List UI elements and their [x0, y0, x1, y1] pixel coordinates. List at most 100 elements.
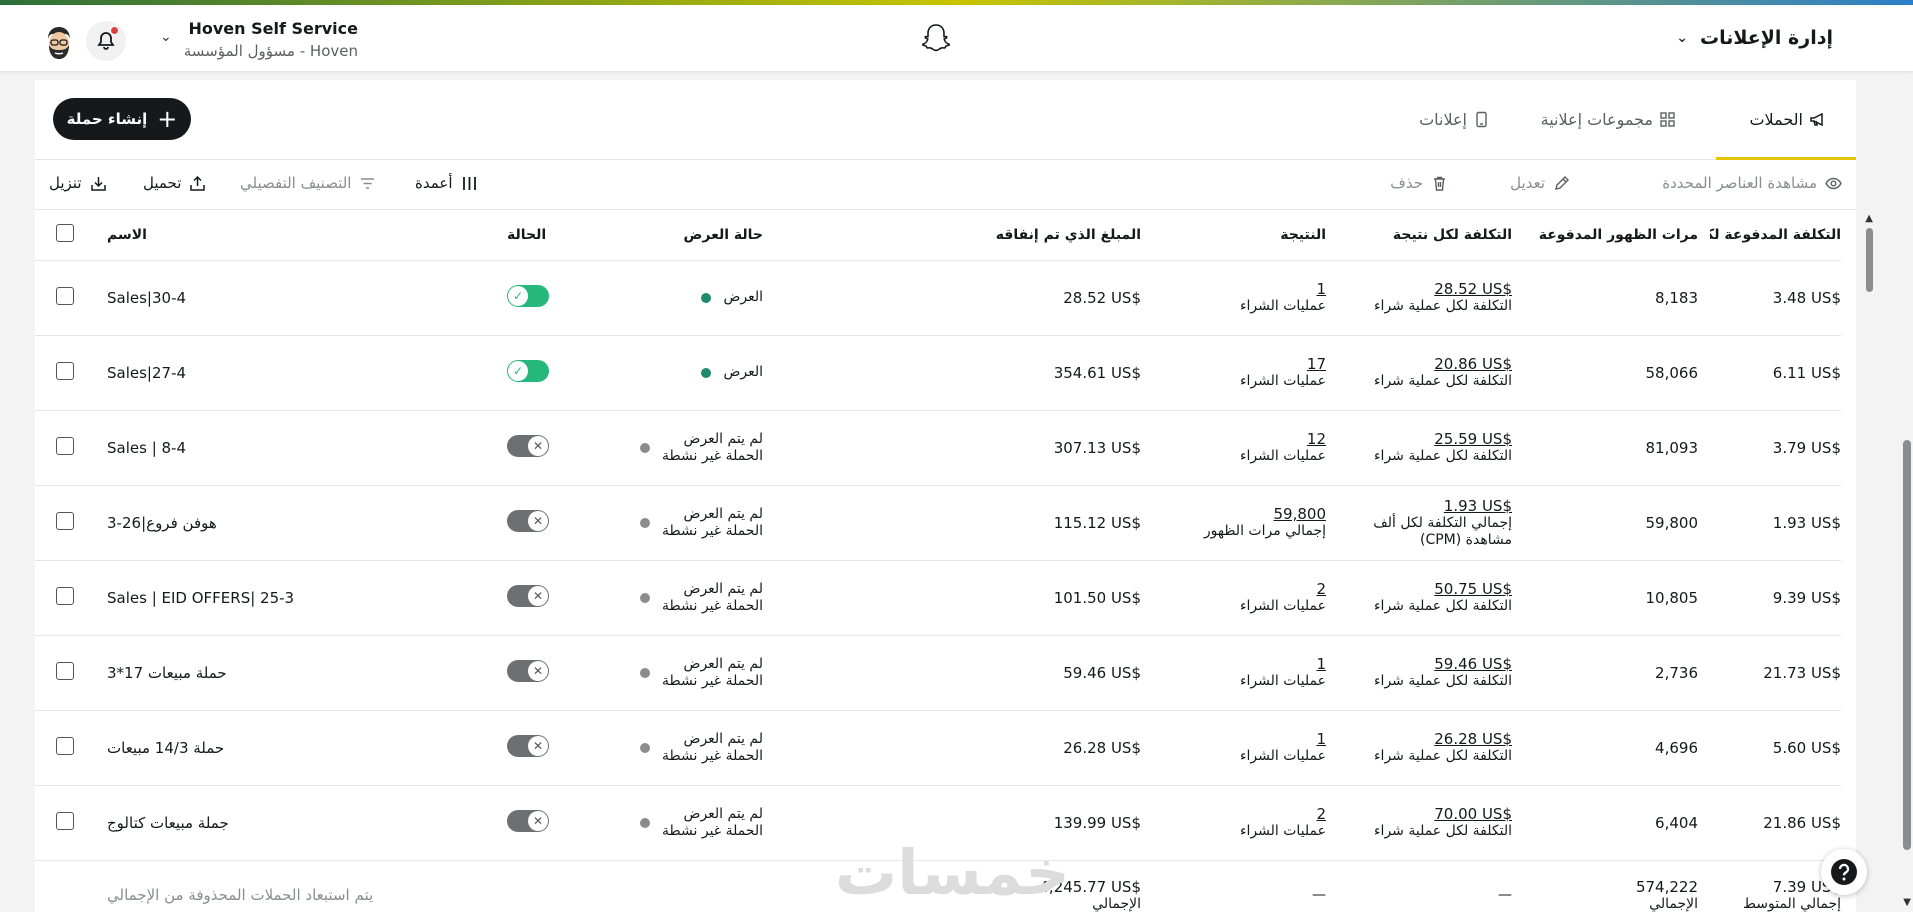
result-value[interactable]: 17	[1165, 355, 1326, 373]
result-value[interactable]: 1	[1165, 655, 1326, 673]
status-toggle[interactable]: ✕	[507, 509, 549, 532]
help-button[interactable]	[1821, 849, 1867, 895]
status-toggle[interactable]: ✕	[507, 809, 549, 832]
row-checkbox[interactable]	[56, 586, 74, 605]
check-icon: ✓	[508, 285, 528, 306]
ecpm-value: 3.48 US$	[1772, 288, 1841, 307]
table-scroll-up-icon[interactable]: ▲	[1865, 213, 1873, 224]
column-header-cost-per-result[interactable]: التكلفة لكل نتيجة	[1338, 210, 1524, 261]
column-header-status[interactable]: الحالة	[495, 210, 605, 261]
delivery-detail: الحملة غير نشطة	[662, 822, 763, 839]
tab-ad-sets[interactable]: مجموعات إعلانية	[1541, 110, 1676, 129]
plus-icon: +	[157, 105, 178, 133]
table-scrollbar-thumb[interactable]	[1866, 228, 1873, 292]
view-selected-button[interactable]: مشاهدة العناصر المحددة	[1662, 174, 1842, 192]
result-label: عمليات الشراء	[1239, 673, 1326, 690]
spend-value: 115.12 US$	[1053, 513, 1141, 532]
create-campaign-label: إنشاء حملة	[66, 110, 148, 128]
campaign-name[interactable]: حملة مبيعات 17*3	[107, 664, 227, 682]
row-checkbox[interactable]	[56, 286, 74, 305]
table-row[interactable]: Sales | EID OFFERS| 25-3 ✕ لم يتم العرض ا…	[35, 560, 1841, 636]
page-scrollbar-thumb[interactable]	[1903, 440, 1911, 850]
column-header-delivery[interactable]: حالة العرض	[605, 210, 775, 261]
app-menu-button[interactable]: إدارة الإعلانات ⌄	[1676, 27, 1833, 49]
result-value[interactable]: 1	[1165, 280, 1326, 298]
create-campaign-button[interactable]: + إنشاء حملة	[53, 98, 191, 140]
upload-button[interactable]: تحميل	[143, 174, 206, 192]
status-toggle[interactable]: ✕	[507, 584, 549, 607]
columns-button[interactable]: أعمدة	[415, 174, 478, 192]
cost-per-result-value[interactable]: 70.00 US$	[1350, 805, 1512, 823]
status-dot	[640, 592, 651, 603]
result-value[interactable]: 12	[1165, 430, 1326, 448]
notifications-button[interactable]	[86, 21, 126, 61]
campaigns-panel: الحملات مجموعات إعلانية إعلانات + إنشاء …	[35, 80, 1856, 912]
status-toggle[interactable]: ✓	[507, 359, 549, 382]
campaign-name[interactable]: جملة مبيعات كتالوج	[107, 814, 229, 832]
result-label: عمليات الشراء	[1239, 298, 1326, 315]
spend-value: 101.50 US$	[1053, 588, 1141, 607]
megaphone-icon	[1810, 112, 1823, 127]
row-checkbox[interactable]	[56, 511, 74, 530]
result-value[interactable]: 59,800	[1165, 505, 1327, 523]
tab-ad-sets-label: مجموعات إعلانية	[1540, 110, 1653, 129]
campaign-name[interactable]: Sales|27-4	[107, 364, 186, 382]
table-row[interactable]: هوفن فروع|26-3 ✕ لم يتم العرض الحملة غير …	[35, 485, 1841, 561]
column-header-ecpm[interactable]: التكلفة المدفوعة لكل ألف ظهور	[1710, 210, 1841, 261]
status-toggle[interactable]: ✕	[507, 434, 549, 457]
campaign-name[interactable]: Sales|30-4	[107, 289, 186, 307]
status-toggle[interactable]: ✕	[507, 734, 549, 757]
campaign-name[interactable]: حملة 14/3 مبيعات	[107, 739, 224, 757]
edit-button[interactable]: تعديل	[1510, 174, 1570, 192]
cost-per-result-value[interactable]: 20.86 US$	[1350, 355, 1512, 373]
row-checkbox[interactable]	[56, 361, 74, 380]
tab-campaigns[interactable]: الحملات	[1749, 110, 1826, 129]
campaign-name[interactable]: Sales | 8-4	[107, 439, 186, 457]
cost-per-result-value[interactable]: 59.46 US$	[1350, 655, 1512, 673]
table-row[interactable]: Sales | 8-4 ✕ لم يتم العرض الحملة غير نشط…	[35, 410, 1841, 486]
table-row[interactable]: حملة 14/3 مبيعات ✕ لم يتم العرض الحملة غي…	[35, 710, 1841, 786]
select-all-checkbox[interactable]	[56, 223, 74, 242]
x-icon: ✕	[528, 735, 548, 756]
x-icon: ✕	[528, 435, 548, 456]
status-dot	[640, 817, 651, 828]
cost-per-result-value[interactable]: 25.59 US$	[1350, 430, 1512, 448]
column-header-result[interactable]: النتيجة	[1153, 210, 1338, 261]
paid-impressions-value: 2,736	[1655, 663, 1698, 682]
result-value[interactable]: 1	[1165, 730, 1326, 748]
cost-per-result-value[interactable]: 26.28 US$	[1350, 730, 1512, 748]
cost-per-result-value[interactable]: 1.93 US$	[1350, 497, 1512, 515]
delivery-detail: الحملة غير نشطة	[662, 597, 763, 614]
table-header-row: الاسم الحالة حالة العرض المبلغ الذي تم إ…	[35, 210, 1841, 261]
result-value[interactable]: 2	[1165, 580, 1326, 598]
row-checkbox[interactable]	[56, 436, 74, 455]
paid-impressions-value: 58,066	[1645, 363, 1699, 382]
table-row[interactable]: Sales|30-4 ✓ العرض 28.52 US$ 1 عمليات الش…	[35, 260, 1841, 336]
breakdown-button[interactable]: التصنيف التفصيلي	[240, 174, 376, 192]
column-header-paid-impressions[interactable]: مرات الظهور المدفوعة	[1524, 210, 1710, 261]
table-row[interactable]: حملة مبيعات 17*3 ✕ لم يتم العرض الحملة غي…	[35, 635, 1841, 711]
download-button[interactable]: تنزيل	[49, 174, 107, 192]
status-toggle[interactable]: ✕	[507, 659, 549, 682]
table-row[interactable]: Sales|27-4 ✓ العرض 354.61 US$ 17 عمليات ا…	[35, 335, 1841, 411]
paid-impressions-value: 6,404	[1655, 813, 1698, 832]
row-checkbox[interactable]	[56, 661, 74, 680]
result-value[interactable]: 2	[1165, 805, 1326, 823]
cost-per-result-value[interactable]: 50.75 US$	[1350, 580, 1512, 598]
campaign-name[interactable]: Sales | EID OFFERS| 25-3	[107, 589, 294, 607]
cost-per-result-value[interactable]: 28.52 US$	[1350, 280, 1512, 298]
tab-campaigns-label: الحملات	[1749, 110, 1803, 129]
column-header-name[interactable]: الاسم	[95, 210, 495, 261]
account-switcher[interactable]: ⌄ Hoven Self Service Hoven - مسؤول المؤس…	[160, 19, 358, 60]
row-checkbox[interactable]	[56, 811, 74, 830]
delete-button[interactable]: حذف	[1390, 174, 1448, 192]
page-scroll-down-icon[interactable]: ▼	[1903, 897, 1911, 908]
status-toggle[interactable]: ✓	[507, 284, 549, 307]
column-header-spend[interactable]: المبلغ الذي تم إنفاقه	[775, 210, 1153, 261]
row-checkbox[interactable]	[56, 736, 74, 755]
avatar[interactable]	[40, 23, 78, 61]
campaign-name[interactable]: هوفن فروع|26-3	[107, 514, 217, 532]
delivery-status: العرض	[617, 364, 763, 380]
cost-per-result-label: إجمالي التكلفة لكل ألف مشاهدة (CPM)	[1373, 514, 1512, 548]
tab-ads[interactable]: إعلانات	[1419, 110, 1490, 129]
